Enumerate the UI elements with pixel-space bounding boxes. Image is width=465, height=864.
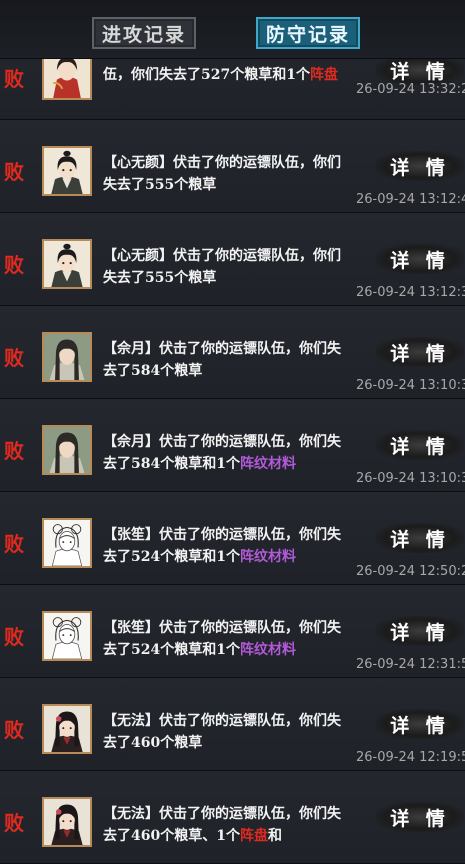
message-text: 【张笙】伏击了你的运镖队伍，你们失去了524个粮草和1个	[103, 527, 341, 565]
record-message: 伍，你们失去了527个粮草和1个阵盘	[103, 64, 348, 86]
result-lose-label: 败	[4, 625, 24, 649]
record-message: 【张笙】伏击了你的运镖队伍，你们失去了524个粮草和1个阵纹材料	[103, 617, 348, 661]
defense-record-list[interactable]: 败伍，你们失去了527个粮草和1个阵盘详 情26-09-24 13:32:21败…	[0, 29, 465, 864]
attacker-avatar[interactable]	[42, 239, 92, 289]
attacker-avatar[interactable]	[42, 518, 92, 568]
detail-button[interactable]: 详 情	[376, 55, 464, 85]
result-lose-label: 败	[4, 67, 24, 91]
record-timestamp: 26-09-24 12:50:20	[356, 564, 465, 579]
item-formation-material: 阵纹材料	[239, 456, 296, 472]
message-text: 伍，你们失去了527个粮草和1个	[103, 67, 310, 83]
detail-button[interactable]: 详 情	[376, 523, 464, 553]
result-lose-label: 败	[4, 532, 24, 556]
tab-defense-records[interactable]: 防守记录	[256, 17, 360, 49]
message-text: 【心无颜】伏击了你的运镖队伍，你们失去了555个粮草	[103, 155, 341, 193]
record-row: 败【佘月】伏击了你的运镖队伍，你们失去了584个粮草和1个阵纹材料详 情 26-0…	[0, 399, 465, 492]
attacker-avatar[interactable]	[42, 611, 92, 661]
detail-button[interactable]: 详 情	[376, 244, 464, 274]
item-formation-plate: 阵盘	[309, 67, 338, 83]
record-message: 【无法】伏击了你的运镖队伍，你们失去了460个粮草、1个阵盘和	[103, 803, 348, 847]
result-lose-label: 败	[4, 253, 24, 277]
record-timestamp: 26-09-24 13:12:45	[356, 192, 465, 207]
record-timestamp: 26-09-24 13:12:38	[356, 285, 465, 300]
result-lose-label: 败	[4, 346, 24, 370]
message-text: 【无法】伏击了你的运镖队伍，你们失去了460个粮草、1个	[103, 806, 341, 844]
detail-button[interactable]: 详 情	[376, 802, 464, 832]
item-formation-plate: 阵盘	[239, 828, 268, 844]
record-row: 败 【无法】伏击了你的运镖队伍，你们失去了460个粮草 详 情 26-09-24 12…	[0, 678, 465, 771]
result-lose-label: 败	[4, 718, 24, 742]
message-text: 【心无颜】伏击了你的运镖队伍，你们失去了555个粮草	[103, 248, 341, 286]
record-row: 败 【心无颜】伏击了你的运镖队伍，你们失去了555个粮草 详 情 26-09-24 1…	[0, 120, 465, 213]
top-tab-bar: 进攻记录 防守记录	[0, 0, 465, 59]
detail-button[interactable]: 详 情	[376, 616, 464, 646]
item-formation-material: 阵纹材料	[239, 642, 296, 658]
message-text: 【无法】伏击了你的运镖队伍，你们失去了460个粮草	[103, 713, 341, 751]
record-message: 【佘月】伏击了你的运镖队伍，你们失去了584个粮草	[103, 338, 348, 382]
detail-button[interactable]: 详 情	[376, 151, 464, 181]
message-text: 和	[267, 828, 282, 844]
tab-attack-records[interactable]: 进攻记录	[92, 17, 196, 49]
record-message: 【张笙】伏击了你的运镖队伍，你们失去了524个粮草和1个阵纹材料	[103, 524, 348, 568]
record-message: 【无法】伏击了你的运镖队伍，你们失去了460个粮草	[103, 710, 348, 754]
record-timestamp: 26-09-24 13:10:30	[356, 471, 465, 486]
record-timestamp: 26-09-24 12:19:59	[356, 750, 465, 765]
record-message: 【心无颜】伏击了你的运镖队伍，你们失去了555个粮草	[103, 245, 348, 289]
record-timestamp: 26-09-24 12:31:53	[356, 657, 465, 672]
record-row: 败【张笙】伏击了你的运镖队伍，你们失去了524个粮草和1个阵纹材料详 情 26-0…	[0, 585, 465, 678]
record-row: 败【张笙】伏击了你的运镖队伍，你们失去了524个粮草和1个阵纹材料详 情 26-0…	[0, 492, 465, 585]
result-lose-label: 败	[4, 811, 24, 835]
detail-button[interactable]: 详 情	[376, 337, 464, 367]
attacker-avatar[interactable]	[42, 425, 92, 475]
detail-button[interactable]: 详 情	[376, 709, 464, 739]
detail-button[interactable]: 详 情	[376, 430, 464, 460]
result-lose-label: 败	[4, 439, 24, 463]
record-row: 败【无法】伏击了你的运镖队伍，你们失去了460个粮草、1个阵盘和详 情	[0, 771, 465, 864]
message-text: 【佘月】伏击了你的运镖队伍，你们失去了584个粮草	[103, 341, 341, 379]
message-text: 【佘月】伏击了你的运镖队伍，你们失去了584个粮草和1个	[103, 434, 341, 472]
attacker-avatar[interactable]	[42, 146, 92, 196]
record-message: 【心无颜】伏击了你的运镖队伍，你们失去了555个粮草	[103, 152, 348, 196]
record-message: 【佘月】伏击了你的运镖队伍，你们失去了584个粮草和1个阵纹材料	[103, 431, 348, 475]
result-lose-label: 败	[4, 160, 24, 184]
attacker-avatar[interactable]	[42, 797, 92, 847]
record-timestamp: 26-09-24 13:32:21	[356, 82, 465, 97]
attacker-avatar[interactable]	[42, 704, 92, 754]
attacker-avatar[interactable]	[42, 332, 92, 382]
record-row: 败 【心无颜】伏击了你的运镖队伍，你们失去了555个粮草 详 情 26-09-24 1…	[0, 213, 465, 306]
record-timestamp: 26-09-24 13:10:36	[356, 378, 465, 393]
message-text: 【张笙】伏击了你的运镖队伍，你们失去了524个粮草和1个	[103, 620, 341, 658]
item-formation-material: 阵纹材料	[239, 549, 296, 565]
record-row: 败 【佘月】伏击了你的运镖队伍，你们失去了584个粮草 详 情 26-09-24 13…	[0, 306, 465, 399]
